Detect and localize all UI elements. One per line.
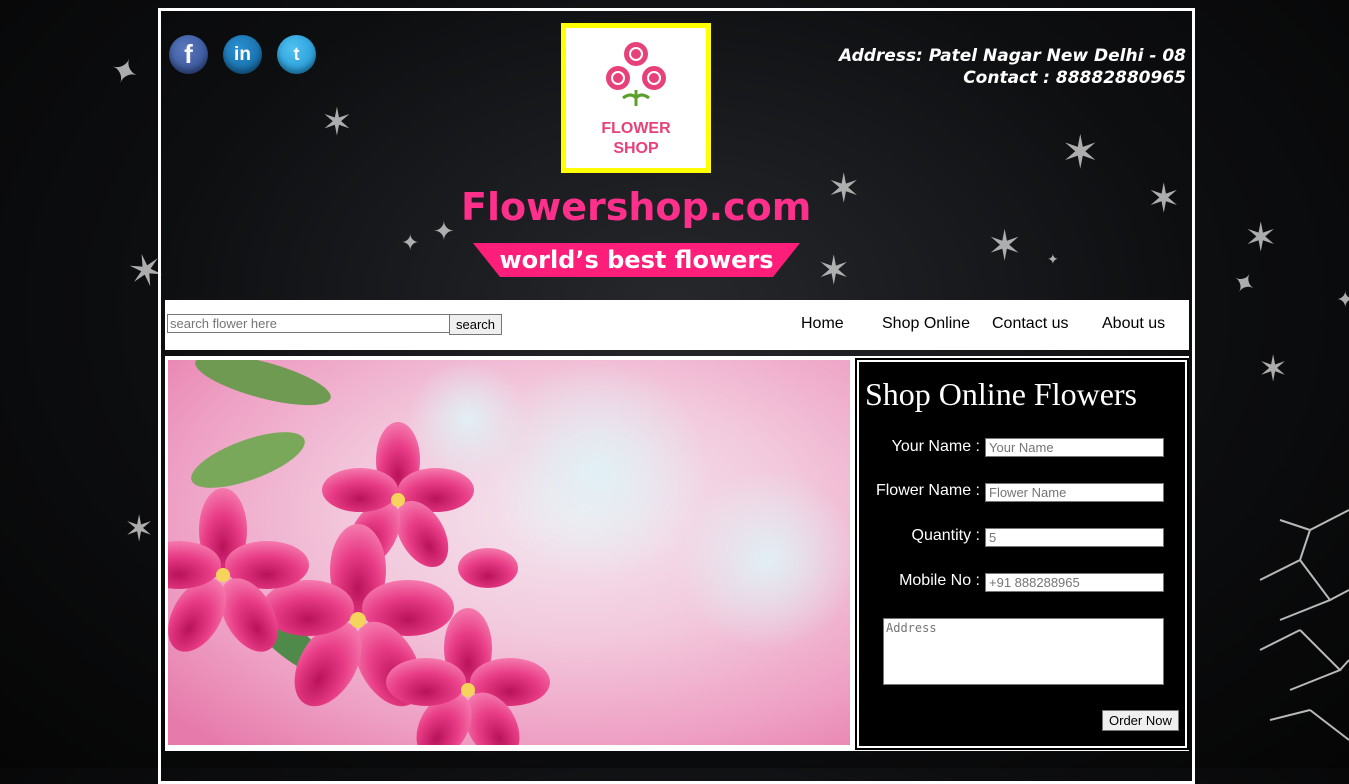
navbar: search Home Shop Online Contact us About…: [165, 300, 1189, 350]
tree-decoration: [1259, 509, 1349, 741]
mobile-no-label: Mobile No :: [899, 572, 980, 589]
leaf-icon: ✶: [1061, 125, 1100, 179]
your-name-input[interactable]: [985, 438, 1164, 457]
address-text: Address: Patel Nagar New Delhi - 08: [838, 46, 1186, 66]
form-title: Shop Online Flowers: [865, 376, 1137, 412]
address-textarea[interactable]: [883, 618, 1164, 685]
leaf-icon: ✦: [1225, 263, 1263, 304]
leaf-icon: ✦: [433, 217, 455, 247]
search-input[interactable]: [167, 314, 450, 333]
page-frame: ✶ ✦ ✦ ✶ ✶ ✶ ✶ ✶ ✦ f in t FLOWER SHOP Flo…: [158, 8, 1195, 784]
leaf-icon: ✦: [104, 48, 145, 96]
order-now-button[interactable]: Order Now: [1102, 710, 1179, 731]
flower-logo-icon: [606, 42, 666, 106]
header: ✶ ✦ ✦ ✶ ✶ ✶ ✶ ✶ ✦ f in t FLOWER SHOP Flo…: [161, 11, 1192, 299]
leaf-icon: ✶: [1258, 349, 1289, 390]
logo[interactable]: FLOWER SHOP: [561, 23, 711, 173]
leaf-icon: ✶: [817, 248, 851, 294]
order-form: Shop Online Flowers Your Name : Flower N…: [859, 362, 1185, 746]
hero-flower-image: [168, 360, 850, 745]
nav-shop-online[interactable]: Shop Online: [882, 315, 970, 333]
logo-text-line1: FLOWER: [601, 120, 671, 137]
twitter-icon[interactable]: t: [277, 35, 316, 74]
main-content: Shop Online Flowers Your Name : Flower N…: [165, 356, 1189, 751]
search-button[interactable]: search: [449, 314, 503, 335]
site-title: Flowershop.com: [461, 185, 812, 229]
leaf-icon: ✶: [987, 221, 1023, 270]
linkedin-icon[interactable]: in: [223, 35, 262, 74]
contact-text: Contact : 88882880965: [963, 68, 1186, 88]
contact-info: Address: Patel Nagar New Delhi - 08 Cont…: [839, 45, 1186, 89]
mobile-no-input[interactable]: [985, 573, 1164, 592]
leaf-icon: ✶: [1244, 215, 1278, 261]
nav-home[interactable]: Home: [801, 315, 844, 333]
leaf-icon: ✶: [321, 100, 353, 144]
facebook-icon[interactable]: f: [169, 35, 208, 74]
logo-text-line2: SHOP: [613, 140, 659, 157]
flower-name-input[interactable]: [985, 483, 1164, 502]
quantity-input[interactable]: [985, 528, 1164, 547]
leaf-icon: ✶: [124, 509, 155, 550]
your-name-label: Your Name :: [891, 438, 980, 455]
leaf-icon: ✦: [401, 231, 420, 256]
leaf-icon: ✦: [1336, 288, 1349, 313]
leaf-icon: ✶: [827, 166, 861, 212]
leaf-icon: ✦: [1047, 252, 1059, 268]
nav-contact-us[interactable]: Contact us: [992, 315, 1068, 333]
flower-name-label: Flower Name :: [875, 482, 980, 499]
tagline: world’s best flowers: [499, 246, 774, 274]
leaf-icon: ✶: [1147, 176, 1181, 222]
order-form-container: Shop Online Flowers Your Name : Flower N…: [855, 358, 1189, 750]
quantity-label: Quantity :: [911, 527, 980, 544]
nav-about-us[interactable]: About us: [1102, 315, 1165, 333]
